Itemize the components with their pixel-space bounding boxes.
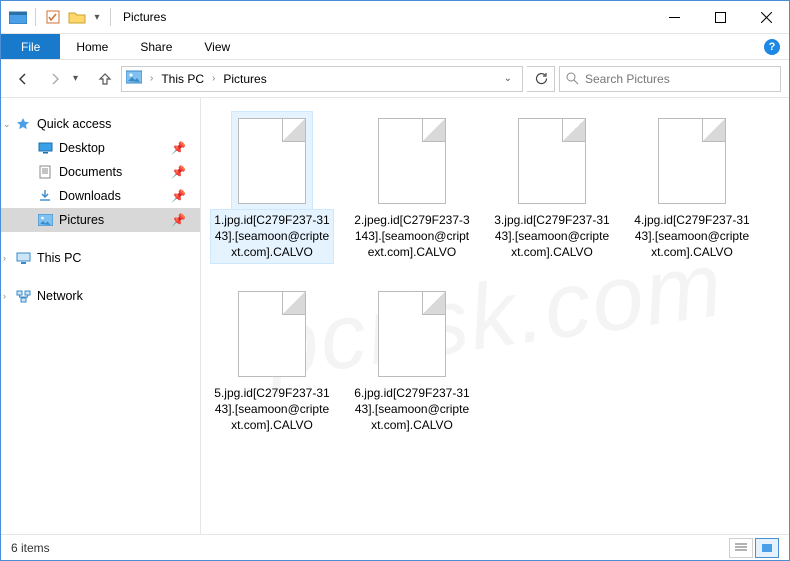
sidebar-item-label: Network [37, 289, 83, 303]
file-icon [378, 118, 446, 204]
pictures-location-icon [126, 70, 144, 88]
file-name: 3.jpg.id[C279F237-3143].[seamoon@criptex… [491, 210, 613, 263]
file-thumb [372, 285, 452, 383]
explorer-window: ▾ Pictures File Home Share View ? ▾ › Th… [0, 0, 790, 561]
sidebar-this-pc[interactable]: › This PC [1, 246, 200, 270]
search-placeholder: Search Pictures [585, 72, 670, 86]
downloads-icon [37, 188, 53, 204]
computer-icon [15, 250, 31, 266]
file-icon [658, 118, 726, 204]
sidebar-item-downloads[interactable]: Downloads 📌 [1, 184, 200, 208]
file-thumb [232, 285, 312, 383]
sidebar-item-label: This PC [37, 251, 81, 265]
file-thumb [372, 112, 452, 210]
pin-icon: 📌 [171, 213, 186, 227]
sidebar-item-label: Desktop [59, 141, 105, 155]
file-name: 5.jpg.id[C279F237-3143].[seamoon@criptex… [211, 383, 333, 436]
file-thumb [232, 112, 312, 210]
view-large-icons-button[interactable] [755, 538, 779, 558]
explorer-icon [7, 6, 29, 28]
sidebar-quick-access[interactable]: ⌄ Quick access [1, 112, 200, 136]
pictures-icon [37, 212, 53, 228]
sidebar-item-documents[interactable]: Documents 📌 [1, 160, 200, 184]
file-item[interactable]: 1.jpg.id[C279F237-3143].[seamoon@criptex… [211, 112, 333, 263]
sidebar-item-label: Pictures [59, 213, 104, 227]
tab-file[interactable]: File [1, 34, 60, 59]
sidebar-item-desktop[interactable]: Desktop 📌 [1, 136, 200, 160]
help-button[interactable]: ? [755, 34, 789, 59]
sidebar-item-label: Quick access [37, 117, 111, 131]
history-dropdown[interactable]: ▾ [73, 73, 89, 84]
star-icon [15, 116, 31, 132]
file-icon [238, 118, 306, 204]
file-item[interactable]: 5.jpg.id[C279F237-3143].[seamoon@criptex… [211, 285, 333, 436]
ribbon-tabs: File Home Share View ? [1, 34, 789, 60]
status-bar: 6 items [1, 534, 789, 560]
close-button[interactable] [743, 2, 789, 32]
maximize-button[interactable] [697, 2, 743, 32]
file-name: 1.jpg.id[C279F237-3143].[seamoon@criptex… [211, 210, 333, 263]
chevron-right-icon: › [3, 253, 6, 263]
file-icon [378, 291, 446, 377]
back-button[interactable] [9, 65, 37, 93]
file-icon [518, 118, 586, 204]
qat-properties-icon[interactable] [42, 6, 64, 28]
sidebar-item-pictures[interactable]: Pictures 📌 [1, 208, 200, 232]
chevron-right-icon: › [208, 73, 219, 84]
file-list[interactable]: pcrisk.com 1.jpg.id[C279F237-3143].[seam… [201, 98, 789, 534]
network-icon [15, 288, 31, 304]
address-dropdown-icon[interactable]: ⌄ [504, 73, 512, 84]
file-name: 2.jpeg.id[C279F237-3143].[seamoon@cripte… [351, 210, 473, 263]
file-item[interactable]: 3.jpg.id[C279F237-3143].[seamoon@criptex… [491, 112, 613, 263]
tab-home[interactable]: Home [60, 34, 124, 59]
file-item[interactable]: 2.jpeg.id[C279F237-3143].[seamoon@cripte… [351, 112, 473, 263]
breadcrumb-this-pc[interactable]: This PC [159, 72, 206, 86]
chevron-right-icon: › [3, 291, 6, 301]
breadcrumb-pictures[interactable]: Pictures [221, 72, 268, 86]
desktop-icon [37, 140, 53, 156]
minimize-button[interactable] [651, 2, 697, 32]
tab-share[interactable]: Share [124, 34, 188, 59]
title-bar: ▾ Pictures [1, 1, 789, 34]
tab-view[interactable]: View [188, 34, 246, 59]
status-item-count: 6 items [11, 541, 50, 555]
sidebar-item-label: Documents [59, 165, 122, 179]
nav-pane: ⌄ Quick access Desktop📌Documents📌Downloa… [1, 98, 201, 534]
pin-icon: 📌 [171, 165, 186, 179]
documents-icon [37, 164, 53, 180]
sidebar-network[interactable]: › Network [1, 284, 200, 308]
pin-icon: 📌 [171, 141, 186, 155]
address-bar[interactable]: › This PC › Pictures ⌄ [121, 66, 523, 92]
file-name: 6.jpg.id[C279F237-3143].[seamoon@criptex… [351, 383, 473, 436]
refresh-button[interactable] [527, 66, 555, 92]
qat-dropdown-icon[interactable]: ▾ [90, 6, 104, 28]
forward-button[interactable] [41, 65, 69, 93]
file-thumb [512, 112, 592, 210]
sidebar-item-label: Downloads [59, 189, 121, 203]
file-item[interactable]: 4.jpg.id[C279F237-3143].[seamoon@criptex… [631, 112, 753, 263]
nav-bar: ▾ › This PC › Pictures ⌄ Search Pictures [1, 60, 789, 98]
chevron-down-icon: ⌄ [3, 119, 11, 130]
file-name: 4.jpg.id[C279F237-3143].[seamoon@criptex… [631, 210, 753, 263]
view-details-button[interactable] [729, 538, 753, 558]
file-thumb [652, 112, 732, 210]
chevron-right-icon: › [146, 73, 157, 84]
window-title: Pictures [123, 10, 166, 24]
file-item[interactable]: 6.jpg.id[C279F237-3143].[seamoon@criptex… [351, 285, 473, 436]
folder-icon [66, 6, 88, 28]
search-icon [566, 72, 579, 85]
pin-icon: 📌 [171, 189, 186, 203]
help-icon: ? [764, 39, 780, 55]
file-icon [238, 291, 306, 377]
up-button[interactable] [93, 67, 117, 91]
search-input[interactable]: Search Pictures [559, 66, 781, 92]
